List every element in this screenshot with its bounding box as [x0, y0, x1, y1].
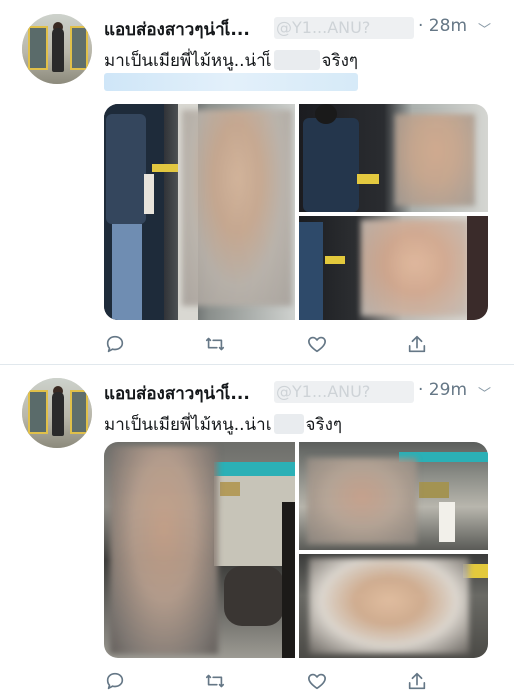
author-handle[interactable]: @Y1...ANU?: [276, 18, 370, 37]
retweet-icon[interactable]: [204, 670, 228, 694]
share-icon[interactable]: [406, 670, 430, 694]
chevron-down-icon[interactable]: ﹀: [478, 383, 491, 402]
tweet-text: มาเป็นเมียพี่ไม้หนู..น่าเ จริงๆ: [104, 414, 343, 435]
reply-icon[interactable]: [104, 333, 128, 357]
avatar[interactable]: [22, 378, 92, 448]
media-photo-3[interactable]: [299, 216, 488, 320]
reply-icon[interactable]: [104, 670, 128, 694]
author-name[interactable]: แอบส่องสาวๆน่าเ็...: [104, 16, 250, 43]
tweet-timestamp[interactable]: · 29m: [418, 380, 467, 400]
tweet-link-redacted[interactable]: [104, 73, 358, 91]
author-handle[interactable]: @Y1...ANU?: [276, 382, 370, 401]
media-grid[interactable]: [104, 104, 488, 320]
chevron-down-icon[interactable]: ﹀: [478, 19, 491, 38]
media-photo-2[interactable]: [299, 104, 488, 212]
tweet-timestamp[interactable]: · 28m: [418, 16, 467, 36]
share-icon[interactable]: [406, 333, 430, 357]
avatar[interactable]: [22, 14, 92, 84]
media-photo-3[interactable]: [299, 554, 488, 658]
media-photo-2[interactable]: [299, 442, 488, 550]
like-icon[interactable]: [306, 333, 330, 357]
media-photo-1[interactable]: [104, 104, 295, 320]
media-grid[interactable]: [104, 442, 488, 658]
media-photo-1[interactable]: [104, 442, 295, 658]
tweet-text: มาเป็นเมียพี่ไม้หนู..น่าเ็ จริงๆ: [104, 50, 359, 71]
like-icon[interactable]: [306, 670, 330, 694]
tweet-2[interactable]: แอบส่องสาวๆน่าเ็... @Y1...ANU? · 29m ﹀ ม…: [0, 364, 514, 696]
author-name[interactable]: แอบส่องสาวๆน่าเ็...: [104, 380, 250, 407]
retweet-icon[interactable]: [204, 333, 228, 357]
tweet-1[interactable]: แอบส่องสาวๆน่าเ็... @Y1...ANU? · 28m ﹀ ม…: [0, 0, 514, 364]
